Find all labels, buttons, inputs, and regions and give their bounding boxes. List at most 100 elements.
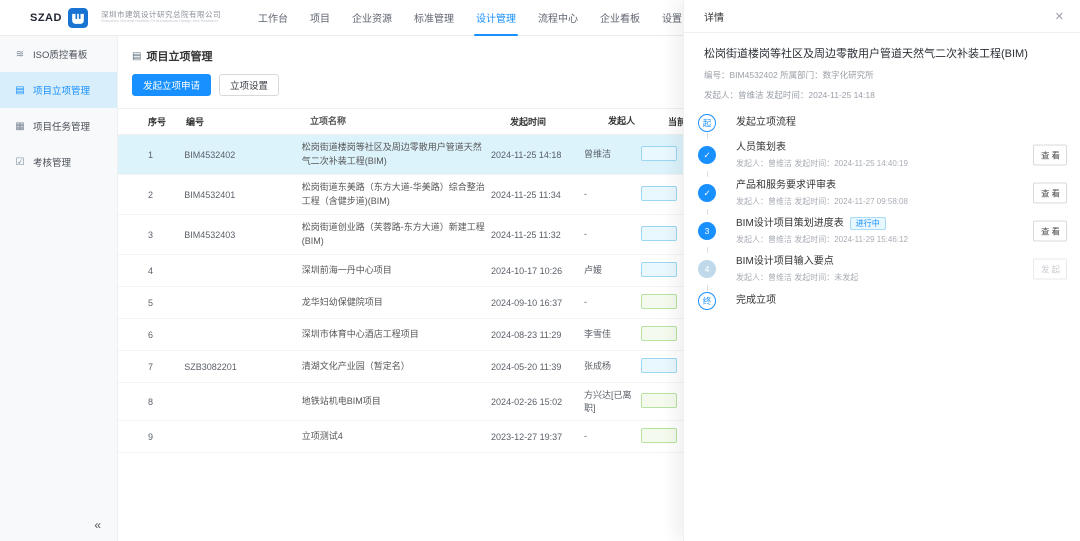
detail-panel: 详情 ✕ 松岗街道楼岗等社区及周边零散用户管道天然气二次补装工程(BIM) 编号… [683, 0, 1080, 541]
row-code [184, 431, 302, 443]
nav-item[interactable]: 标准管理 [403, 0, 465, 36]
table-row[interactable]: 2 BIM4532401 松岗街道东美路（东方大道-华美路）综合整治工程（含健步… [118, 175, 683, 215]
row-project-name: 松岗街道楼岗等社区及周边零散用户管道天然气二次补装工程(BIM) [302, 135, 491, 174]
table-row[interactable]: 7 SZB3082201 清湖文化产业园（暂定名） 2024-05-20 11:… [118, 351, 683, 383]
table-row[interactable]: 9 立项测试4 2023-12-27 19:37 - [118, 421, 683, 453]
sidebar-item-icon: ▦ [14, 121, 26, 132]
row-project-name: 立项测试4 [302, 424, 491, 450]
row-initiator: 曾维洁 [584, 142, 641, 167]
timeline-step-label: 人员策划表 [736, 141, 786, 155]
table-row[interactable]: 4 深圳前海一丹中心项目 2024-10-17 10:26 卢媛 [118, 255, 683, 287]
nav-item[interactable]: 项目 [299, 0, 341, 36]
nav-item[interactable]: 企业看板 [589, 0, 651, 36]
close-icon[interactable]: ✕ [1055, 10, 1064, 23]
company-name-block: 深圳市建筑设计研究总院有限公司 Shenzhen General Institu… [101, 11, 221, 24]
timeline-step-subtext: 发起人：曾维洁 发起时间：2024-11-27 09:58:08 [736, 196, 1067, 208]
row-status-cell [641, 320, 683, 349]
row-start-time: 2024-08-23 11:29 [491, 324, 584, 346]
row-index: 3 [148, 224, 184, 246]
row-index: 8 [148, 391, 184, 413]
table-row[interactable]: 5 龙华妇幼保健院项目 2024-09-10 16:37 - [118, 287, 683, 319]
row-initiator: 李雪佳 [584, 322, 641, 347]
status-badge [641, 294, 677, 309]
sidebar-item[interactable]: ≋ ISO质控看板 [0, 36, 117, 72]
timeline-step-subtext: 发起人：曾维洁 发起时间：2024-11-25 14:40:19 [736, 158, 1067, 170]
sidebar-item-icon: ☑ [14, 157, 26, 168]
table-row[interactable]: 6 深圳市体育中心酒店工程项目 2024-08-23 11:29 李雪佳 [118, 319, 683, 351]
row-code [184, 297, 302, 309]
create-project-button[interactable]: 发起立项申请 [132, 74, 211, 96]
timeline-node-icon: 4 [698, 260, 716, 278]
timeline-step-label-row: 完成立项 [736, 294, 1067, 308]
timeline-step: 4 BIM设计项目输入要点 发起人：曾维洁 发起时间：未发起 发起 [698, 253, 1067, 285]
row-index: 2 [148, 184, 184, 206]
timeline-node-icon: 3 [698, 222, 716, 240]
project-settings-button[interactable]: 立项设置 [219, 74, 279, 96]
detail-meta-line1: 编号：BIM4532402 所属部门：数字化研究所 [704, 69, 1060, 81]
nav-item[interactable]: 工作台 [247, 0, 299, 36]
company-name: 深圳市建筑设计研究总院有限公司 [101, 11, 221, 19]
row-initiator: - [584, 182, 641, 207]
timeline-node-icon: ✓ [698, 146, 716, 164]
timeline-step-label-row: 人员策划表 [736, 141, 1067, 155]
timeline-action-button[interactable]: 查看 [1033, 221, 1067, 242]
sidebar-menu: ≋ ISO质控看板 ▤ 项目立项管理 ▦ 项目任务管理 ☑ 考核管理 [0, 36, 117, 180]
table-row[interactable]: 1 BIM4532402 松岗街道楼岗等社区及周边零散用户管道天然气二次补装工程… [118, 135, 683, 175]
sidebar-item-label: ISO质控看板 [33, 47, 87, 61]
column-header-status: 当前状态 [668, 115, 683, 128]
page-header: ▤ 项目立项管理 [132, 48, 683, 64]
row-initiator: - [584, 424, 641, 449]
in-progress-badge: 进行中 [850, 217, 886, 231]
nav-item[interactable]: 设计管理 [465, 0, 527, 36]
nav-menu: 工作台 项目 企业资源 标准管理 设计管理 流程中心 企业看板 设置 [247, 0, 693, 36]
timeline-step-label: 产品和服务要求评审表 [736, 179, 836, 193]
sidebar-item[interactable]: ▤ 项目立项管理 [0, 72, 117, 108]
timeline-step: ✓ 产品和服务要求评审表 发起人：曾维洁 发起时间：2024-11-27 09:… [698, 177, 1067, 209]
column-header-no: 序号 [148, 115, 186, 128]
row-index: 4 [148, 260, 184, 282]
status-badge [641, 428, 677, 443]
status-badge [641, 326, 677, 341]
status-badge [641, 393, 677, 408]
table-row[interactable]: 3 BIM4532403 松岗街道创业路（芙蓉路-东方大道）新建工程(BIM) … [118, 215, 683, 255]
timeline-action-button[interactable]: 查看 [1033, 145, 1067, 166]
timeline-step-label: 完成立项 [736, 294, 776, 308]
row-code [184, 396, 302, 408]
timeline-action-button[interactable]: 发起 [1033, 259, 1067, 280]
row-start-time: 2024-11-25 11:32 [491, 224, 584, 246]
status-badge [641, 226, 677, 241]
row-status-cell [641, 220, 683, 249]
page-title: 项目立项管理 [146, 48, 212, 64]
sidebar-item-label: 考核管理 [33, 155, 71, 169]
timeline-action-button[interactable]: 查看 [1033, 183, 1067, 204]
table-header-row: 序号 编号 立项名称 发起时间 发起人 当前状态 [118, 109, 683, 135]
row-initiator: - [584, 290, 641, 315]
row-status-cell [641, 387, 683, 416]
brand-logo[interactable]: SZAD 深圳市建筑设计研究总院有限公司 Shenzhen General In… [30, 8, 221, 28]
row-start-time: 2024-02-26 15:02 [491, 391, 584, 413]
timeline-node-icon: ✓ [698, 184, 716, 202]
timeline-step-label: BIM设计项目策划进度表 [736, 217, 844, 231]
row-index: 7 [148, 356, 184, 378]
row-status-cell [641, 256, 683, 285]
sidebar-item[interactable]: ▦ 项目任务管理 [0, 108, 117, 144]
process-timeline: 起 发起立项流程 ✓ 人员策划表 发起人：曾维洁 发起时间：2024-11- [698, 113, 1067, 311]
row-index: 5 [148, 292, 184, 314]
logo-text: SZAD [30, 12, 62, 24]
row-project-name: 深圳前海一丹中心项目 [302, 258, 491, 284]
table-row[interactable]: 8 地铁站机电BIM项目 2024-02-26 15:02 方兴达[已离职] [118, 383, 683, 421]
nav-item[interactable]: 企业资源 [341, 0, 403, 36]
sidebar-collapse-icon[interactable]: « [94, 518, 101, 532]
sidebar-item[interactable]: ☑ 考核管理 [0, 144, 117, 180]
nav-item[interactable]: 流程中心 [527, 0, 589, 36]
app-window: SZAD 深圳市建筑设计研究总院有限公司 Shenzhen General In… [0, 0, 1080, 541]
status-badge [641, 358, 677, 373]
timeline-step-subtext: 发起人：曾维洁 发起时间：未发起 [736, 272, 1067, 284]
column-header-name: 立项名称 [310, 115, 510, 129]
sidebar-item-icon: ▤ [14, 85, 26, 96]
row-code: BIM4532403 [184, 224, 302, 246]
row-start-time: 2024-09-10 16:37 [491, 292, 584, 314]
row-code [184, 265, 302, 277]
action-row: 发起立项申请 立项设置 [132, 74, 683, 96]
page-title-icon: ▤ [132, 51, 141, 62]
